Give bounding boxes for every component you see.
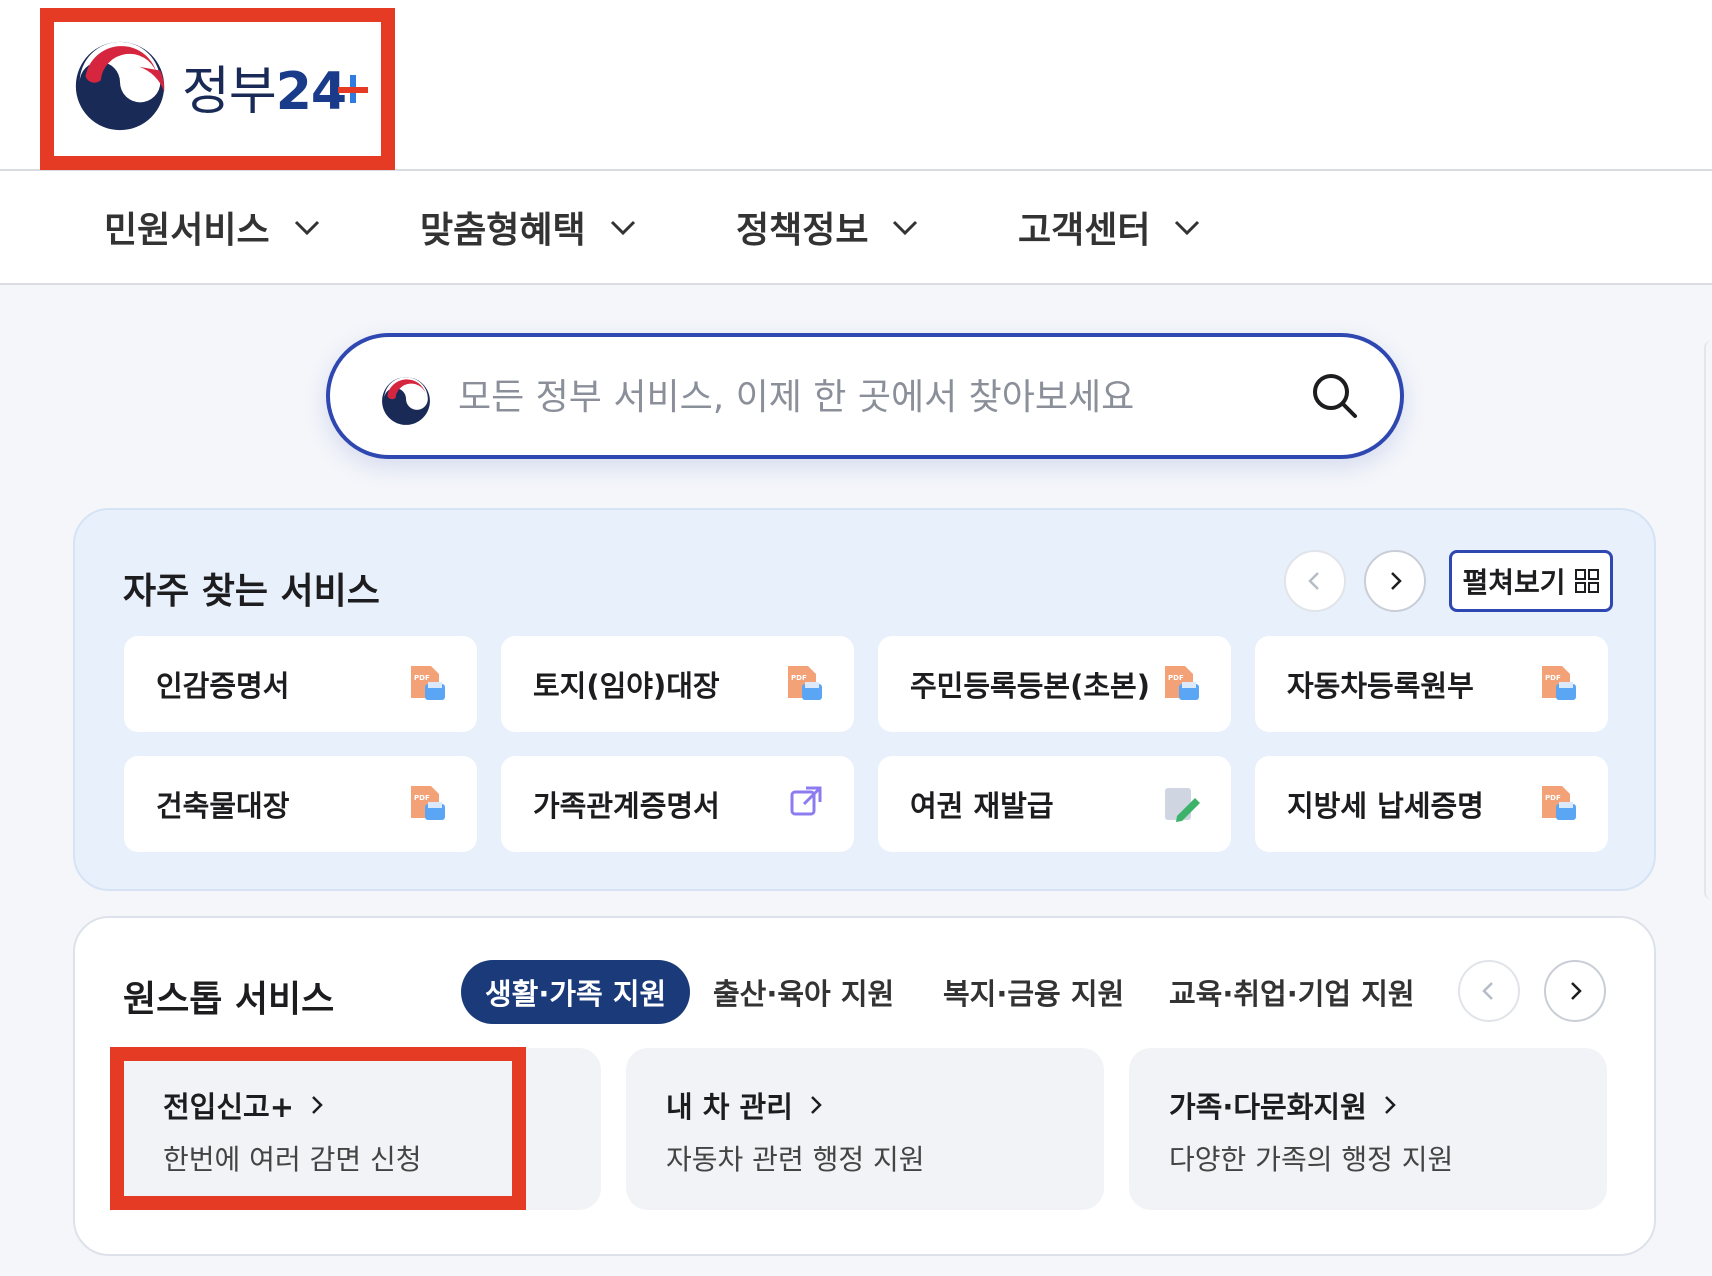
nav-item-label: 고객센터 (1018, 210, 1151, 251)
pdf-icon: PDF (1542, 666, 1576, 700)
search-bar (326, 333, 1404, 459)
service-title-text: 가족·다문화지원 (1169, 1090, 1367, 1124)
tab-label: 복지·금융 지원 (943, 977, 1125, 1011)
tab-education-employment[interactable]: 교육·취업·기업 지원 (1169, 960, 1415, 1024)
pdf-icon: PDF (411, 666, 445, 700)
svg-text:PDF: PDF (414, 794, 430, 802)
tab-label: 생활·가족 지원 (485, 977, 667, 1011)
tab-label: 출산·육아 지원 (713, 977, 895, 1011)
search-icon[interactable] (1310, 371, 1360, 421)
card-label: 건축물대장 (156, 789, 290, 823)
chevron-right-icon (1391, 572, 1402, 590)
logo-plus-icon (338, 75, 369, 103)
taegeuk-small-icon (382, 377, 430, 425)
chevron-right-icon (811, 1096, 822, 1114)
frequent-services-panel: 자주 찾는 서비스 펼쳐보기 인감증명서 PDF 토지(임야)대장 PDF 주민… (73, 508, 1656, 891)
next-button[interactable] (1544, 960, 1606, 1022)
logo-text: 정부 (182, 61, 277, 122)
section-title: 자주 찾는 서비스 (123, 571, 380, 612)
pdf-icon: PDF (1542, 786, 1576, 820)
taegeuk-logo-icon (75, 41, 165, 131)
tab-life-family[interactable]: 생활·가족 지원 (461, 960, 691, 1024)
tab-birth-childcare[interactable]: 출산·육아 지원 (713, 960, 894, 1024)
expand-label: 펼쳐보기 (1462, 566, 1566, 599)
service-title-text: 내 차 관리 (666, 1090, 793, 1124)
service-title: 가족·다문화지원 (1169, 1084, 1399, 1126)
next-button[interactable] (1364, 550, 1426, 612)
prev-button[interactable] (1458, 960, 1520, 1022)
card-label: 여권 재발급 (910, 789, 1054, 823)
service-card-land-register[interactable]: 토지(임야)대장 PDF (501, 636, 854, 732)
nav-item-label: 정책정보 (736, 210, 869, 251)
service-card-resident-register[interactable]: 주민등록등본(초본) PDF (878, 636, 1231, 732)
logo-number: 24 (275, 61, 347, 122)
prev-button[interactable] (1284, 550, 1346, 612)
pdf-icon: PDF (788, 666, 822, 700)
chevron-down-icon (294, 220, 319, 236)
chevron-right-icon (1571, 982, 1582, 1000)
svg-text:PDF: PDF (1168, 674, 1184, 682)
service-card-my-car[interactable]: 내 차 관리 자동차 관련 행정 지원 (626, 1048, 1104, 1210)
svg-text:PDF: PDF (1545, 794, 1561, 802)
section-title: 원스톱 서비스 (123, 979, 335, 1020)
chevron-right-icon (1384, 1096, 1396, 1114)
service-card-vehicle-register[interactable]: 자동차등록원부 PDF (1255, 636, 1608, 732)
pdf-icon: PDF (411, 786, 445, 820)
service-title: 내 차 관리 (666, 1084, 825, 1126)
highlight-frame (110, 1047, 526, 1210)
nav-item-civil-service[interactable]: 민원서비스 (104, 201, 322, 253)
tab-welfare-finance[interactable]: 복지·금융 지원 (943, 960, 1124, 1024)
main-nav: 민원서비스 맞춤형혜택 정책정보 고객센터 (0, 171, 1712, 285)
external-link-icon (790, 786, 822, 816)
chevron-down-icon (1175, 220, 1200, 236)
service-desc: 다양한 가족의 행정 지원 (1169, 1143, 1454, 1176)
service-card-seal-certificate[interactable]: 인감증명서 PDF (124, 636, 477, 732)
top-header: 정부24 (0, 0, 1712, 171)
grid-icon (1574, 569, 1599, 593)
chevron-down-icon (893, 220, 918, 236)
logo-wordmark: 정부24 (182, 49, 347, 124)
service-card-building-register[interactable]: 건축물대장 PDF (124, 756, 477, 852)
card-label: 주민등록등본(초본) (910, 669, 1150, 703)
nav-item-customer-center[interactable]: 고객센터 (1018, 201, 1202, 253)
nav-item-label: 맞춤형혜택 (420, 210, 586, 251)
side-panel-edge (1704, 340, 1712, 900)
card-label: 지방세 납세증명 (1287, 789, 1484, 823)
svg-text:PDF: PDF (791, 674, 807, 682)
expand-view-button[interactable]: 펼쳐보기 (1449, 550, 1613, 612)
service-card-family-relation[interactable]: 가족관계증명서 (501, 756, 854, 852)
tab-label: 교육·취업·기업 지원 (1169, 977, 1415, 1011)
gov24-logo[interactable]: 정부24 (72, 38, 369, 134)
card-label: 토지(임야)대장 (533, 669, 720, 703)
nav-item-policy-info[interactable]: 정책정보 (736, 201, 920, 253)
card-label: 자동차등록원부 (1287, 669, 1474, 703)
service-card-local-tax[interactable]: 지방세 납세증명 PDF (1255, 756, 1608, 852)
card-label: 인감증명서 (156, 669, 290, 703)
nav-item-custom-benefit[interactable]: 맞춤형혜택 (420, 201, 638, 253)
card-label: 가족관계증명서 (533, 789, 720, 823)
chevron-left-icon (1308, 572, 1319, 590)
service-card-family-multicultural[interactable]: 가족·다문화지원 다양한 가족의 행정 지원 (1129, 1048, 1607, 1210)
edit-icon (1165, 788, 1200, 822)
service-desc: 자동차 관련 행정 지원 (666, 1143, 925, 1176)
svg-text:PDF: PDF (414, 674, 430, 682)
chevron-down-icon (610, 220, 635, 236)
search-input[interactable] (458, 367, 1278, 427)
pdf-icon: PDF (1165, 666, 1199, 700)
logo-highlight-frame: 정부24 (40, 8, 395, 170)
service-card-passport-reissue[interactable]: 여권 재발급 (878, 756, 1231, 852)
nav-item-label: 민원서비스 (104, 210, 270, 251)
chevron-left-icon (1482, 982, 1493, 1000)
svg-text:PDF: PDF (1545, 674, 1561, 682)
